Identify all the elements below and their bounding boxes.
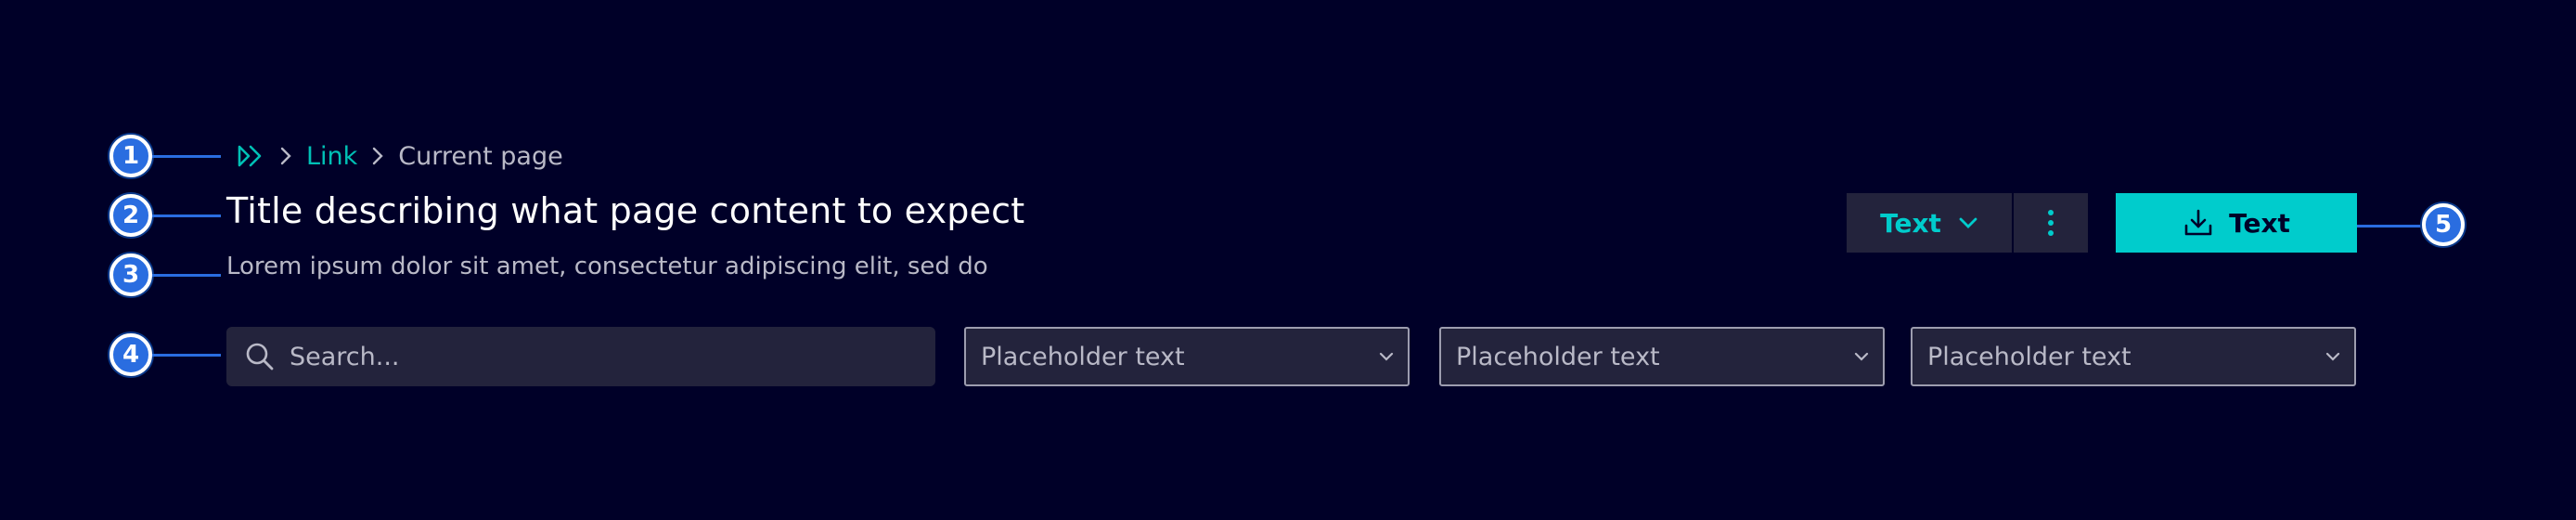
annotation-marker-1: 1	[109, 135, 152, 177]
dropdown-button-label: Text	[1880, 207, 1941, 239]
breadcrumb-link[interactable]: Link	[306, 142, 357, 171]
download-button[interactable]: Text	[2116, 193, 2357, 253]
annotation-line-2	[152, 214, 221, 217]
select-placeholder: Placeholder text	[1456, 342, 1660, 371]
annotation-line-4	[152, 354, 221, 357]
text-dropdown-button[interactable]: Text	[1847, 193, 2012, 253]
double-chevron-right-icon	[238, 145, 262, 167]
chevron-down-icon	[2325, 352, 2340, 361]
annotation-marker-5: 5	[2422, 203, 2465, 246]
search-input[interactable]	[288, 341, 904, 372]
select-placeholder: Placeholder text	[1927, 342, 2132, 371]
annotation-marker-4: 4	[109, 333, 152, 376]
chevron-right-icon	[357, 146, 398, 166]
breadcrumb-current-page: Current page	[398, 141, 563, 171]
annotation-line-5	[2357, 225, 2422, 228]
breadcrumb: Link Current page	[234, 139, 563, 173]
breadcrumb-home-link[interactable]	[234, 140, 265, 172]
annotation-line-1	[152, 155, 221, 158]
more-options-button[interactable]	[2014, 193, 2088, 253]
chevron-right-icon	[265, 146, 306, 166]
filter-select-2[interactable]: Placeholder text	[1439, 327, 1885, 386]
chevron-down-icon	[1854, 352, 1869, 361]
page-title: Title describing what page content to ex…	[226, 190, 1025, 231]
kebab-menu-icon	[2048, 210, 2054, 236]
download-button-label: Text	[2229, 207, 2290, 239]
select-placeholder: Placeholder text	[981, 342, 1185, 371]
chevron-down-icon	[1379, 352, 1394, 361]
annotation-line-3	[152, 274, 221, 277]
annotation-marker-3: 3	[109, 254, 152, 296]
search-icon	[241, 338, 278, 375]
filter-select-1[interactable]: Placeholder text	[964, 327, 1410, 386]
page-subtitle: Lorem ipsum dolor sit amet, consectetur …	[226, 253, 988, 280]
search-field[interactable]	[226, 327, 935, 386]
annotation-marker-2: 2	[109, 194, 152, 237]
filter-select-3[interactable]: Placeholder text	[1911, 327, 2356, 386]
chevron-down-icon	[1959, 217, 1977, 228]
download-icon	[2184, 209, 2212, 236]
